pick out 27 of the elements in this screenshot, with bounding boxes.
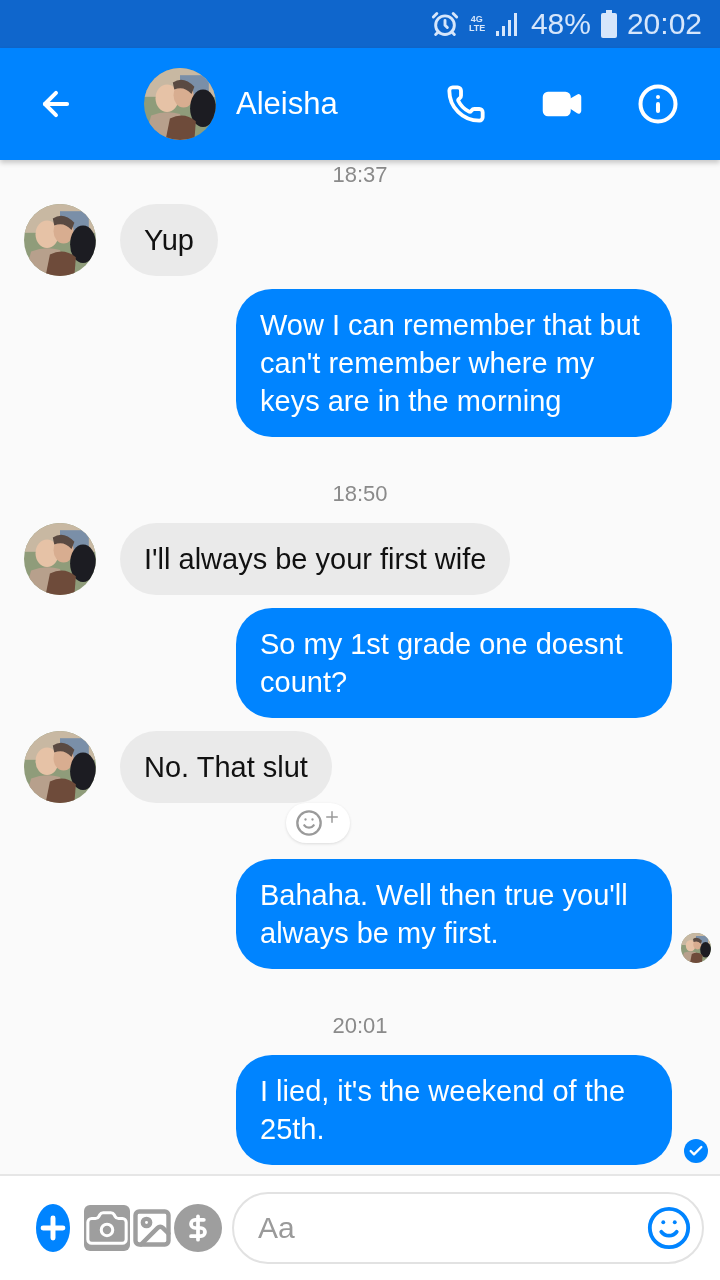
timestamp: 18:50 [331,481,389,507]
message-bubble: So my 1st grade one doesnt count? [236,608,672,718]
add-reaction-button[interactable] [286,803,350,843]
message-bubble: I'll always be your first wife [120,523,511,595]
emoji-icon[interactable] [646,1205,692,1251]
timestamp: 20:01 [331,1013,389,1039]
battery-icon [600,10,617,38]
message-bubble: Yup [120,204,218,276]
timestamp: 18:37 [331,162,389,188]
add-button[interactable] [36,1204,70,1252]
clock-time: 20:02 [626,9,702,39]
message-bubble: No. That slut [120,731,332,803]
camera-button[interactable] [84,1205,130,1251]
network-type: 4G LTE [468,15,485,33]
message-bubble: Bahaha. Well then true you'll always be my first. [236,859,672,969]
battery-percent: 48% [530,9,591,39]
phone-icon [446,84,486,124]
message-bubble: Wow I can remember that but can't remember where my keys are in the morning [236,289,672,437]
gallery-button[interactable] [130,1206,174,1250]
message-field[interactable]: Aa [232,1192,704,1264]
smiley-icon [295,809,323,837]
payment-button[interactable] [174,1204,222,1252]
info-icon [637,83,679,125]
message-input[interactable]: Aa [256,1210,646,1246]
plus-icon [323,808,341,826]
message-bubble: I lied, it's the weekend of the 25th. [236,1055,672,1165]
contact-name: Aleisha [236,86,339,122]
